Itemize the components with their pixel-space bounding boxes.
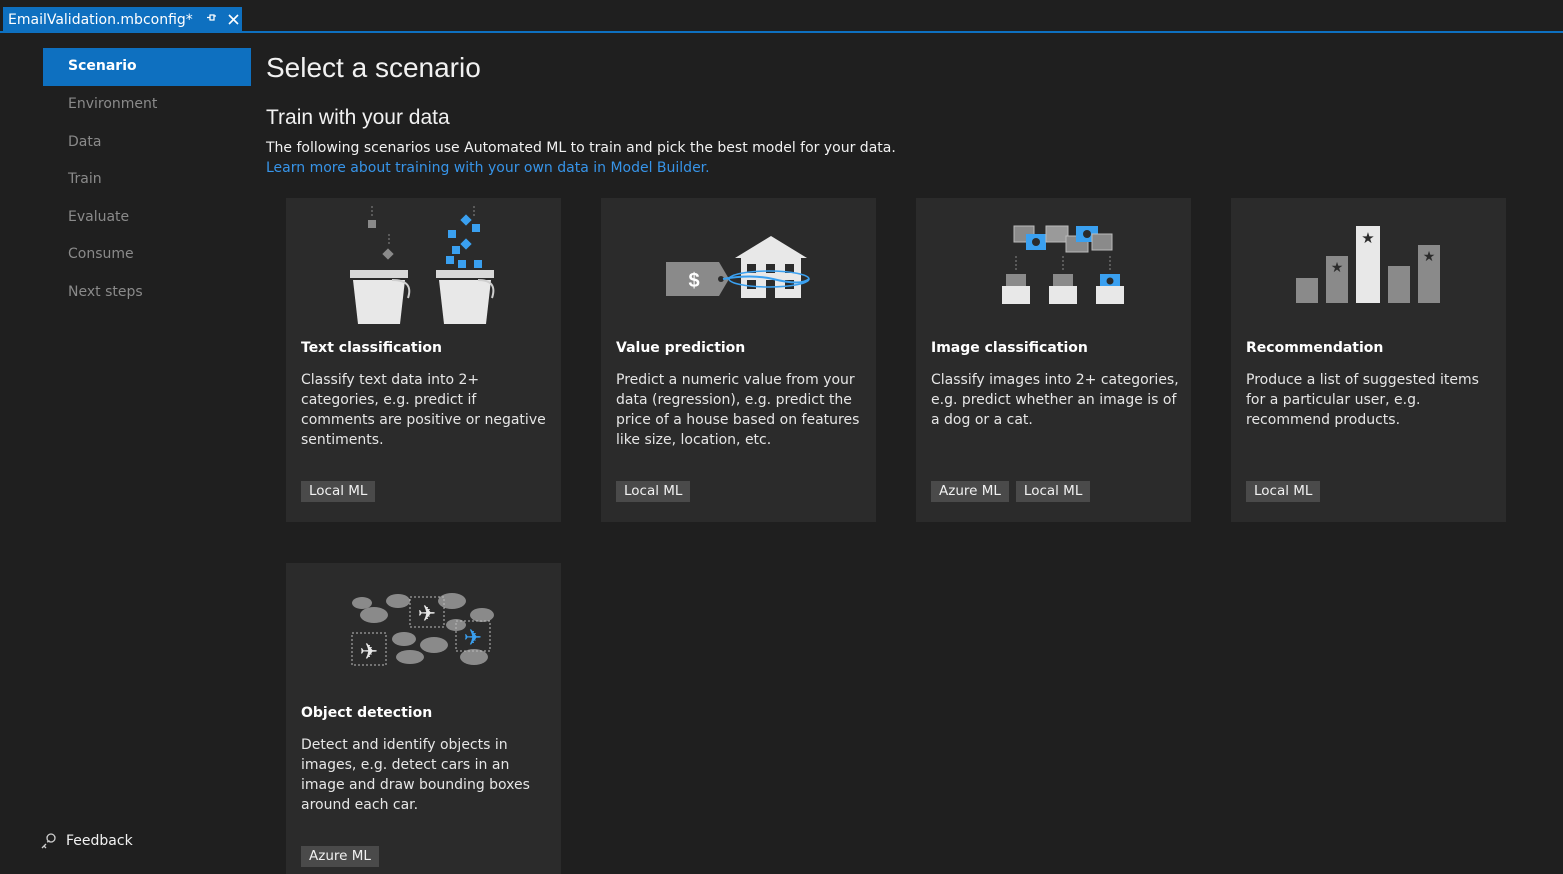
svg-text:✈: ✈ (360, 640, 378, 665)
document-tab[interactable]: EmailValidation.mbconfig* (3, 7, 242, 32)
card-title: Text classification (301, 340, 442, 356)
card-description: Classify text data into 2+ categories, e… (301, 372, 546, 448)
environment-tag: Local ML (616, 481, 691, 502)
card-title: Image classification (931, 340, 1088, 356)
page-title: Select a scenario (266, 52, 481, 83)
nav-item-scenario[interactable]: Scenario (43, 48, 251, 86)
environment-tag: Azure ML (301, 846, 379, 867)
svg-text:✈: ✈ (418, 602, 436, 627)
nav-item-next-steps[interactable]: Next steps (43, 274, 251, 312)
svg-text:★: ★ (1361, 229, 1374, 247)
card-title: Recommendation (1246, 340, 1384, 356)
svg-text:$: $ (688, 270, 699, 292)
feedback-button[interactable]: Feedback (40, 832, 133, 850)
close-icon[interactable] (227, 10, 241, 29)
pin-icon[interactable] (205, 12, 219, 27)
nav-item-environment[interactable]: Environment (43, 86, 251, 124)
image-sort-icon (1002, 225, 1124, 304)
learn-more-link[interactable]: Learn more about training with your own … (266, 160, 710, 176)
feedback-label: Feedback (66, 833, 133, 849)
card-description: Detect and identify objects in images, e… (301, 737, 530, 813)
document-tab-title: EmailValidation.mbconfig* (8, 11, 193, 28)
card-description: Classify images into 2+ categories, e.g.… (931, 372, 1179, 428)
nav-item-consume[interactable]: Consume (43, 236, 251, 274)
wizard-steps-nav: Scenario Environment Data Train Evaluate… (43, 48, 251, 312)
feedback-icon (41, 833, 56, 849)
card-tags: Azure ML Local ML (931, 481, 1091, 502)
star-bars-icon: ★ ★ ★ (1296, 226, 1440, 303)
scenario-card-text-classification[interactable]: Text classification Classify text data i… (286, 198, 561, 522)
scenario-card-object-detection[interactable]: ✈ ✈ ✈ Object detection Detect and identi… (286, 563, 561, 874)
section-title: Train with your data (266, 106, 450, 129)
card-title: Object detection (301, 705, 433, 721)
environment-tag: Local ML (301, 481, 376, 502)
card-description: Predict a numeric value from your data (… (616, 372, 860, 448)
buckets-icon (350, 206, 495, 324)
document-tab-strip: EmailValidation.mbconfig* (0, 0, 1563, 33)
card-description: Produce a list of suggested items for a … (1246, 372, 1479, 428)
environment-tag: Local ML (1246, 481, 1321, 502)
scenario-card-value-prediction[interactable]: $ Value prediction Predict a numeric val… (601, 198, 876, 522)
card-tags: Local ML (1246, 481, 1321, 502)
svg-text:★: ★ (1423, 249, 1436, 265)
scenario-card-recommendation[interactable]: ★ ★ ★ Recommendation Produce a list of s… (1231, 198, 1506, 522)
tab-strip-rule (0, 31, 1563, 33)
nav-item-data[interactable]: Data (43, 124, 251, 162)
nav-item-train[interactable]: Train (43, 161, 251, 199)
svg-text:★: ★ (1331, 260, 1344, 276)
card-tags: Local ML (301, 481, 376, 502)
card-title: Value prediction (616, 340, 746, 356)
scenario-card-image-classification[interactable]: Image classification Classify images int… (916, 198, 1191, 522)
planes-clouds-icon: ✈ ✈ ✈ (351, 593, 494, 666)
environment-tag: Local ML (1015, 481, 1091, 502)
svg-text:✈: ✈ (464, 626, 482, 651)
section-description: The following scenarios use Automated ML… (266, 140, 896, 156)
card-tags: Local ML (616, 481, 691, 502)
card-tags: Azure ML (301, 846, 379, 867)
house-price-icon: $ (666, 236, 810, 298)
nav-item-evaluate[interactable]: Evaluate (43, 199, 251, 237)
environment-tag: Azure ML (931, 481, 1009, 502)
